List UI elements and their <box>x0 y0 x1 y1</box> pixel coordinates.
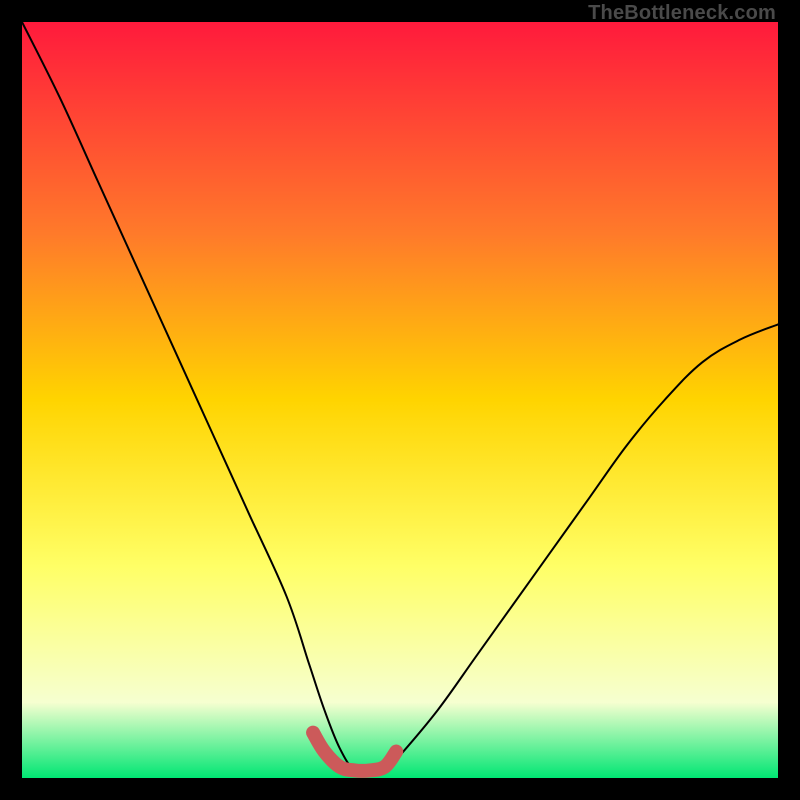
bottleneck-chart <box>22 22 778 778</box>
plot-area <box>22 22 778 778</box>
outer-frame: TheBottleneck.com <box>0 0 800 800</box>
